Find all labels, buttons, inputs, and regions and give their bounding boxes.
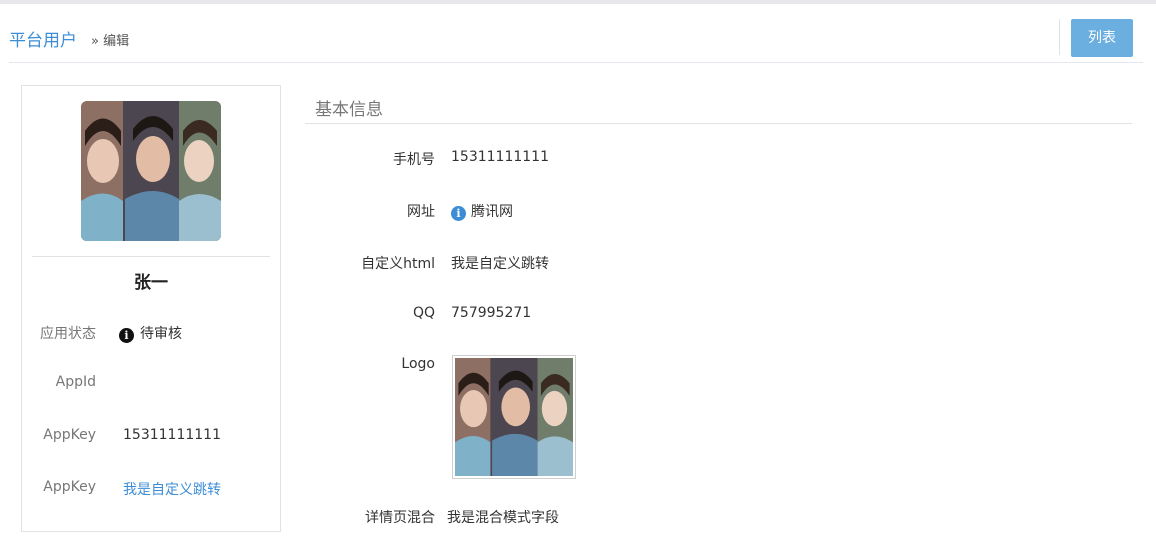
- avatar: [81, 101, 221, 241]
- page-title[interactable]: 平台用户: [9, 26, 77, 51]
- qq-value: 757995271: [451, 305, 532, 321]
- header-divider: [1059, 19, 1060, 55]
- appkey-link-label: AppKey: [43, 479, 96, 495]
- breadcrumb: » 编辑: [91, 34, 130, 49]
- header-divider-line: [9, 62, 1143, 63]
- logo-image[interactable]: [452, 355, 576, 479]
- profile-card: 张一 应用状态 i 待审核 AppId AppKey 15311111111 Ap…: [21, 85, 281, 532]
- appid-label: AppId: [55, 374, 96, 390]
- status-label: 应用状态: [40, 326, 96, 342]
- card-divider: [32, 256, 270, 257]
- section-title: 基本信息: [315, 100, 383, 120]
- website-link[interactable]: i 腾讯网: [451, 201, 513, 221]
- appkey-value: 15311111111: [123, 427, 221, 443]
- section-divider: [305, 123, 1132, 124]
- info-circle-icon: i: [119, 328, 134, 343]
- website-link-text: 腾讯网: [471, 204, 513, 220]
- appkey-label: AppKey: [43, 427, 96, 443]
- status-value: i 待审核: [119, 323, 182, 343]
- qq-label: QQ: [412, 305, 435, 321]
- custom-html-link[interactable]: 我是自定义跳转: [451, 253, 549, 273]
- custom-html-label: 自定义html: [361, 256, 435, 272]
- profile-name: 张一: [134, 273, 168, 293]
- phone-value: 15311111111: [451, 149, 549, 165]
- detail-mix-label: 详情页混合: [365, 510, 435, 526]
- appkey-link[interactable]: 我是自定义跳转: [123, 479, 221, 499]
- logo-label: Logo: [401, 356, 435, 372]
- info-circle-icon: i: [451, 206, 466, 221]
- phone-label: 手机号: [393, 152, 435, 168]
- list-button[interactable]: 列表: [1071, 19, 1133, 57]
- status-text: 待审核: [140, 326, 182, 342]
- detail-mix-value: 我是混合模式字段: [447, 510, 559, 526]
- page-header: 平台用户 » 编辑 列表: [0, 4, 1156, 64]
- website-label: 网址: [407, 204, 435, 220]
